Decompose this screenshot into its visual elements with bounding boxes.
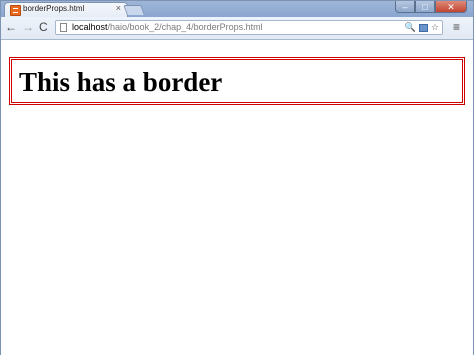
maximize-button[interactable]: □	[415, 1, 435, 13]
page-content: This has a border	[1, 40, 473, 355]
tab-strip: borderProps.html × – □ ✕	[1, 1, 473, 17]
reload-icon[interactable]: C	[39, 20, 48, 35]
tab-borderprops[interactable]: borderProps.html ×	[4, 2, 128, 17]
browser-toolbar: ← → C localhost/haio/book_2/chap_4/borde…	[1, 17, 473, 40]
window-controls: – □ ✕	[395, 1, 467, 14]
url-host: localhost	[72, 22, 108, 32]
url-text[interactable]: localhost/haio/book_2/chap_4/borderProps…	[72, 22, 263, 32]
tab-title: borderProps.html	[23, 4, 85, 13]
page-icon	[60, 23, 67, 32]
forward-arrow-icon[interactable]: →	[22, 20, 34, 35]
menu-wrench-icon[interactable]: ≡	[453, 20, 460, 34]
address-bar[interactable]: localhost/haio/book_2/chap_4/borderProps…	[55, 20, 443, 35]
minimize-button[interactable]: –	[395, 1, 415, 13]
new-tab-button[interactable]	[123, 5, 145, 15]
bordered-box: This has a border	[9, 57, 465, 105]
back-arrow-icon[interactable]: ←	[5, 20, 17, 35]
url-path: /haio/book_2/chap_4/borderProps.html	[107, 22, 263, 32]
bookmark-star-icon[interactable]: ☆	[431, 22, 439, 33]
extension-icon[interactable]	[418, 24, 428, 32]
search-icon[interactable]: 🔍	[405, 22, 416, 33]
browser-window: borderProps.html × – □ ✕ ← → C localhost…	[0, 0, 474, 355]
tab-close-icon[interactable]: ×	[116, 3, 121, 13]
page-heading: This has a border	[19, 67, 223, 97]
html-file-icon	[10, 5, 21, 16]
close-window-button[interactable]: ✕	[435, 1, 467, 13]
omnibox-icons: 🔍 ☆	[405, 22, 439, 33]
